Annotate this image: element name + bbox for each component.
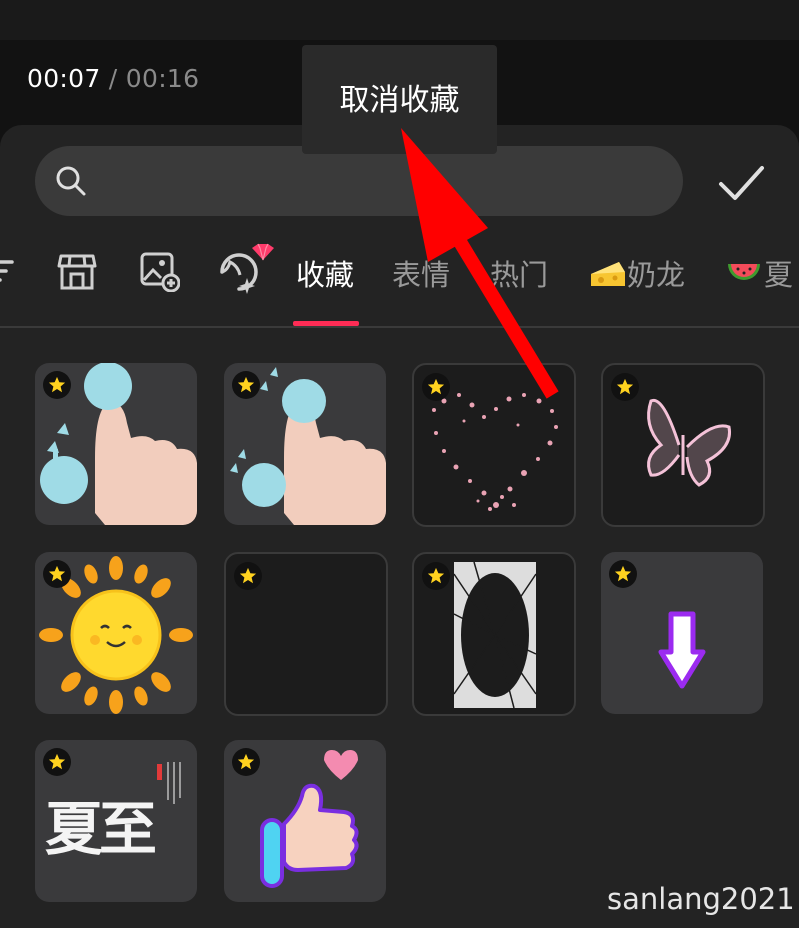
tabs-divider	[0, 326, 799, 328]
sticker-glowing-butterfly[interactable]	[601, 363, 765, 527]
sticker-heart-particles[interactable]	[412, 363, 576, 527]
total-time: 00:16	[125, 64, 200, 93]
checkmark-icon[interactable]	[716, 160, 766, 206]
sticker-diamond-icon[interactable]	[216, 242, 276, 294]
unfavorite-label: 取消收藏	[339, 83, 460, 118]
favorite-star-icon	[232, 748, 260, 776]
unfavorite-tooltip[interactable]: 取消收藏	[302, 45, 497, 154]
watermelon-icon	[728, 264, 760, 280]
search-icon	[56, 166, 86, 196]
favorite-star-icon	[232, 371, 260, 399]
sticker-speed-lines-frame[interactable]	[412, 552, 576, 716]
summer-solstice-text: 夏至	[45, 795, 157, 863]
filter-icon[interactable]	[0, 254, 16, 288]
tab-naillong[interactable]: 奶龙	[589, 250, 693, 294]
sticker-two-finger-zoom-in[interactable]	[224, 363, 386, 525]
sticker-purple-down-arrow[interactable]	[601, 552, 763, 714]
tab-naillong-label: 奶龙	[627, 258, 686, 292]
sticker-blank[interactable]	[224, 552, 388, 716]
playback-time: 00:07 / 00:16	[27, 64, 199, 93]
favorite-star-icon	[422, 562, 450, 590]
sticker-two-finger-zoom-out[interactable]	[35, 363, 197, 525]
favorite-star-icon	[422, 373, 450, 401]
tab-hot[interactable]: 热门	[490, 252, 548, 294]
category-tabs: 收藏 表情 热门 奶龙 夏	[0, 240, 799, 328]
search-input[interactable]	[105, 146, 669, 218]
favorite-star-icon	[234, 562, 262, 590]
favorite-star-icon	[43, 748, 71, 776]
cheese-icon	[591, 262, 625, 286]
current-time: 00:07	[27, 64, 101, 93]
favorite-star-icon	[609, 560, 637, 588]
status-bar	[0, 0, 799, 40]
image-add-icon[interactable]	[138, 250, 180, 292]
watermark: sanlang2021	[607, 882, 795, 916]
sticker-summer-solstice[interactable]: 夏至	[35, 740, 197, 902]
time-separator: /	[108, 64, 118, 93]
sticker-smiling-sun[interactable]	[35, 552, 197, 714]
favorite-star-icon	[43, 371, 71, 399]
tab-summer[interactable]: 夏	[726, 250, 799, 294]
tab-summer-label: 夏	[764, 258, 794, 292]
search-bar[interactable]	[35, 146, 683, 218]
favorite-star-icon	[611, 373, 639, 401]
store-icon[interactable]	[56, 250, 98, 292]
tab-favorites[interactable]: 收藏	[296, 252, 354, 294]
sticker-thumbs-up-heart[interactable]	[224, 740, 386, 902]
tab-emoji[interactable]: 表情	[392, 252, 450, 294]
favorite-star-icon	[43, 560, 71, 588]
